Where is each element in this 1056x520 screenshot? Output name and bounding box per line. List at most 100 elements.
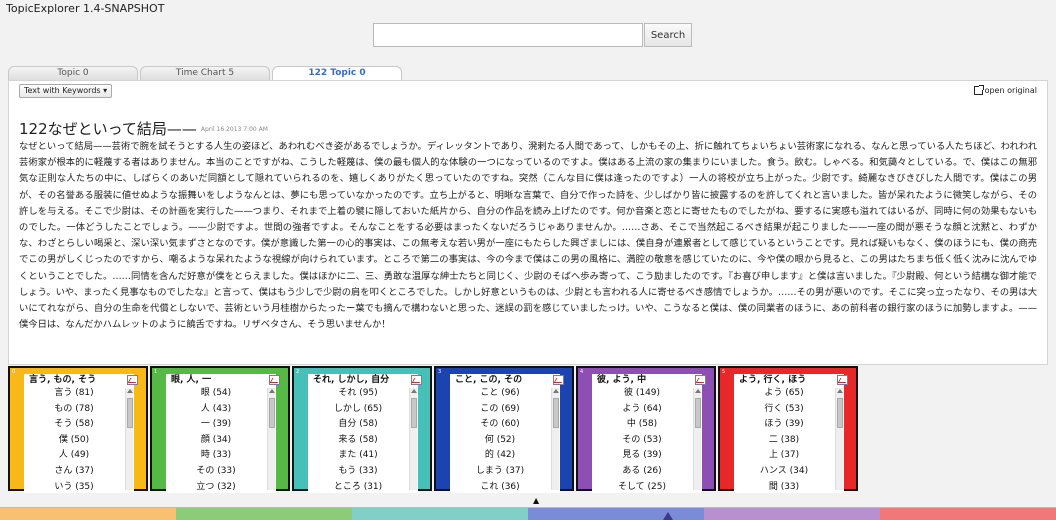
topic-word[interactable]: 来る (58) — [308, 433, 418, 449]
topic-word[interactable]: 見る (39) — [592, 448, 702, 464]
topic-word[interactable]: それ (95) — [308, 386, 418, 402]
topic-word[interactable]: そして (25) — [592, 480, 702, 493]
scroll-up-icon[interactable] — [553, 389, 559, 393]
topic-word[interactable]: 一 (39) — [166, 417, 276, 433]
scroll-up-icon[interactable] — [411, 389, 417, 393]
line-chart-icon[interactable] — [269, 375, 280, 385]
scrollbar[interactable] — [551, 388, 559, 490]
topic-word[interactable]: 二 (38) — [734, 433, 844, 449]
topic-card[interactable]: 2 それ, しかし, 自分 それ (95) しかし (65) 自分 (58) 来る (58… — [292, 366, 432, 493]
scroll-up-icon[interactable] — [695, 389, 701, 393]
topic-id: 2 — [296, 369, 300, 375]
tab-time-chart-5[interactable]: Time Chart 5 — [140, 66, 270, 80]
topic-word[interactable]: 眼 (54) — [166, 386, 276, 402]
topic-word[interactable]: これ (36) — [450, 480, 560, 493]
line-chart-icon[interactable] — [837, 375, 848, 385]
scroll-up-icon[interactable] — [269, 389, 275, 393]
line-chart-icon[interactable] — [695, 375, 706, 385]
topic-word[interactable]: ところ (31) — [308, 480, 418, 493]
line-chart-icon[interactable] — [553, 375, 564, 385]
topic-word[interactable]: しかし (65) — [308, 402, 418, 418]
topic-card[interactable]: 4 彼, よう, 中彼 (149) よう (64) 中 (58) その (53) 見る (… — [576, 366, 716, 493]
topic-word[interactable]: 人 (49) — [24, 448, 134, 464]
topic-word[interactable]: そう (58) — [24, 417, 134, 433]
scrollbar[interactable] — [409, 388, 417, 490]
topic-title: 眼, 人, 一 — [166, 374, 276, 386]
scrollbar[interactable] — [125, 388, 133, 490]
topic-word[interactable]: さん (37) — [24, 464, 134, 480]
topic-word[interactable]: ほう (39) — [734, 417, 844, 433]
topic-card[interactable]: 5 よう, 行く, ほう よう (65) 行く (53) ほう (39) 二 (38) 上 … — [718, 366, 858, 493]
topic-id: 3 — [438, 369, 442, 375]
topic-card[interactable]: 0 言う, もの, そう 言う (81) もの (78) そう (58) 僕 (50) 人 … — [8, 366, 148, 493]
scrollbar[interactable] — [267, 388, 275, 490]
search-input[interactable] — [373, 23, 643, 47]
line-chart-icon[interactable] — [411, 375, 422, 385]
search-button[interactable]: Search — [644, 23, 692, 47]
app-window: TopicExplorer 1.4-SNAPSHOT Search Topic … — [0, 0, 1056, 520]
topic-word[interactable]: その (33) — [166, 464, 276, 480]
topic-word[interactable]: 言う (81) — [24, 386, 134, 402]
topic-word-list[interactable]: よう (65) 行く (53) ほう (39) 二 (38) 上 (37) ハンス (34… — [734, 386, 844, 493]
topic-word[interactable]: 人 (43) — [166, 402, 276, 418]
topic-word-list[interactable]: 眼 (54) 人 (43) 一 (39) 顔 (34) 時 (33) その (33) 立つ … — [166, 386, 276, 493]
topic-id: 4 — [580, 369, 584, 375]
tab-bar: Topic 0 Time Chart 5 122 Topic 0 — [8, 66, 1048, 80]
topic-id: 1 — [154, 369, 158, 375]
topic-word-list[interactable]: こと (96) この (69) その (60) 何 (52) 的 (42) しまう (37… — [450, 386, 560, 493]
app-title: TopicExplorer 1.4-SNAPSHOT — [6, 2, 165, 15]
topic-word[interactable]: 間 (33) — [734, 480, 844, 493]
topic-word[interactable]: よう (64) — [592, 402, 702, 418]
topic-title: 言う, もの, そう — [24, 374, 134, 386]
topic-word[interactable]: 立つ (32) — [166, 480, 276, 493]
tab-topic-0[interactable]: Topic 0 — [8, 66, 138, 80]
topic-word[interactable]: その (53) — [592, 433, 702, 449]
topic-word[interactable]: 僕 (50) — [24, 433, 134, 449]
topic-word[interactable]: 彼 (149) — [592, 386, 702, 402]
topic-word[interactable]: よう (65) — [734, 386, 844, 402]
topic-word-list[interactable]: 彼 (149) よう (64) 中 (58) その (53) 見る (39) ある (26… — [592, 386, 702, 493]
topic-word[interactable]: この (69) — [450, 402, 560, 418]
topic-word[interactable]: 上 (37) — [734, 448, 844, 464]
scrollbar-thumb[interactable] — [695, 398, 701, 428]
topic-word[interactable]: その (60) — [450, 417, 560, 433]
topic-word[interactable]: もの (78) — [24, 402, 134, 418]
topic-id: 5 — [722, 369, 726, 375]
topic-word[interactable]: また (41) — [308, 448, 418, 464]
topic-card[interactable]: 3 こと, この, その こと (96) この (69) その (60) 何 (52) 的 … — [434, 366, 574, 493]
topic-word[interactable]: 中 (58) — [592, 417, 702, 433]
topic-word[interactable]: 的 (42) — [450, 448, 560, 464]
view-mode-select[interactable]: Text with Keywords ▾ — [19, 84, 113, 98]
line-chart-icon[interactable] — [127, 375, 138, 385]
topic-title: こと, この, その — [450, 374, 560, 386]
topic-word[interactable]: 何 (52) — [450, 433, 560, 449]
external-link-icon — [973, 85, 984, 95]
scrollbar[interactable] — [835, 388, 843, 490]
scrollbar-thumb[interactable] — [837, 398, 843, 428]
topic-word[interactable]: しまう (37) — [450, 464, 560, 480]
scroll-up-icon[interactable] — [127, 389, 133, 393]
scrollbar-thumb[interactable] — [269, 398, 275, 428]
topic-word[interactable]: いう (35) — [24, 480, 134, 493]
topic-word[interactable]: ある (26) — [592, 464, 702, 480]
topic-card[interactable]: 1 眼, 人, 一眼 (54) 人 (43) 一 (39) 顔 (34) 時 (33) その… — [150, 366, 290, 493]
scrollbar-thumb[interactable] — [127, 398, 133, 428]
scrollbar-thumb[interactable] — [411, 398, 417, 428]
topic-word[interactable]: 顔 (34) — [166, 433, 276, 449]
topic-word[interactable]: 自分 (58) — [308, 417, 418, 433]
topic-word[interactable]: 時 (33) — [166, 448, 276, 464]
topic-word[interactable]: ハンス (34) — [734, 464, 844, 480]
triangle-up-icon[interactable]: ▲ — [533, 496, 539, 505]
topic-word[interactable]: こと (96) — [450, 386, 560, 402]
topic-word[interactable]: 行く (53) — [734, 402, 844, 418]
topic-title: 彼, よう, 中 — [592, 374, 702, 386]
open-original-link[interactable]: open original — [973, 85, 1037, 95]
scrollbar[interactable] — [693, 388, 701, 490]
topic-word-list[interactable]: それ (95) しかし (65) 自分 (58) 来る (58) また (41) もう (… — [308, 386, 418, 493]
tab-document-122[interactable]: 122 Topic 0 — [272, 66, 402, 80]
topic-word-list[interactable]: 言う (81) もの (78) そう (58) 僕 (50) 人 (49) さん (37)… — [24, 386, 134, 493]
topic-word[interactable]: もう (33) — [308, 464, 418, 480]
scrollbar-thumb[interactable] — [553, 398, 559, 428]
scroll-up-icon[interactable] — [837, 389, 843, 393]
colorbar-segment — [880, 508, 1056, 520]
